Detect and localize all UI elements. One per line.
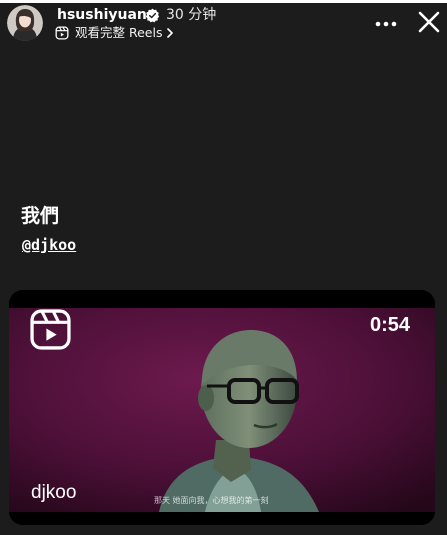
more-options-icon[interactable] bbox=[372, 11, 400, 35]
video-duration: 0:54 bbox=[369, 314, 410, 336]
avatar[interactable] bbox=[7, 5, 43, 41]
reel-author: djkoo bbox=[31, 482, 77, 503]
watch-full-reels-label: 观看完整 Reels bbox=[75, 25, 163, 40]
reel-card[interactable]: 0:54 djkoo 那天 她面向我，心想我的第一刻 bbox=[9, 290, 435, 525]
reels-icon bbox=[55, 26, 69, 40]
post-time: 30 分钟 bbox=[166, 7, 217, 23]
username[interactable]: hsushiyuan bbox=[57, 6, 147, 24]
chevron-right-icon bbox=[167, 28, 174, 38]
verified-badge-icon bbox=[145, 8, 160, 23]
close-icon[interactable] bbox=[414, 6, 444, 38]
mention-link[interactable]: @djkoo bbox=[22, 236, 76, 254]
watch-full-reels-link[interactable]: 观看完整 Reels bbox=[55, 25, 174, 41]
reels-logo-icon bbox=[30, 309, 71, 350]
video-subtitle: 那天 她面向我，心想我的第一刻 bbox=[154, 496, 269, 505]
caption-text: 我們 bbox=[21, 205, 60, 227]
story-header: hsushiyuan 30 分钟 观看完整 Reels bbox=[0, 3, 447, 45]
